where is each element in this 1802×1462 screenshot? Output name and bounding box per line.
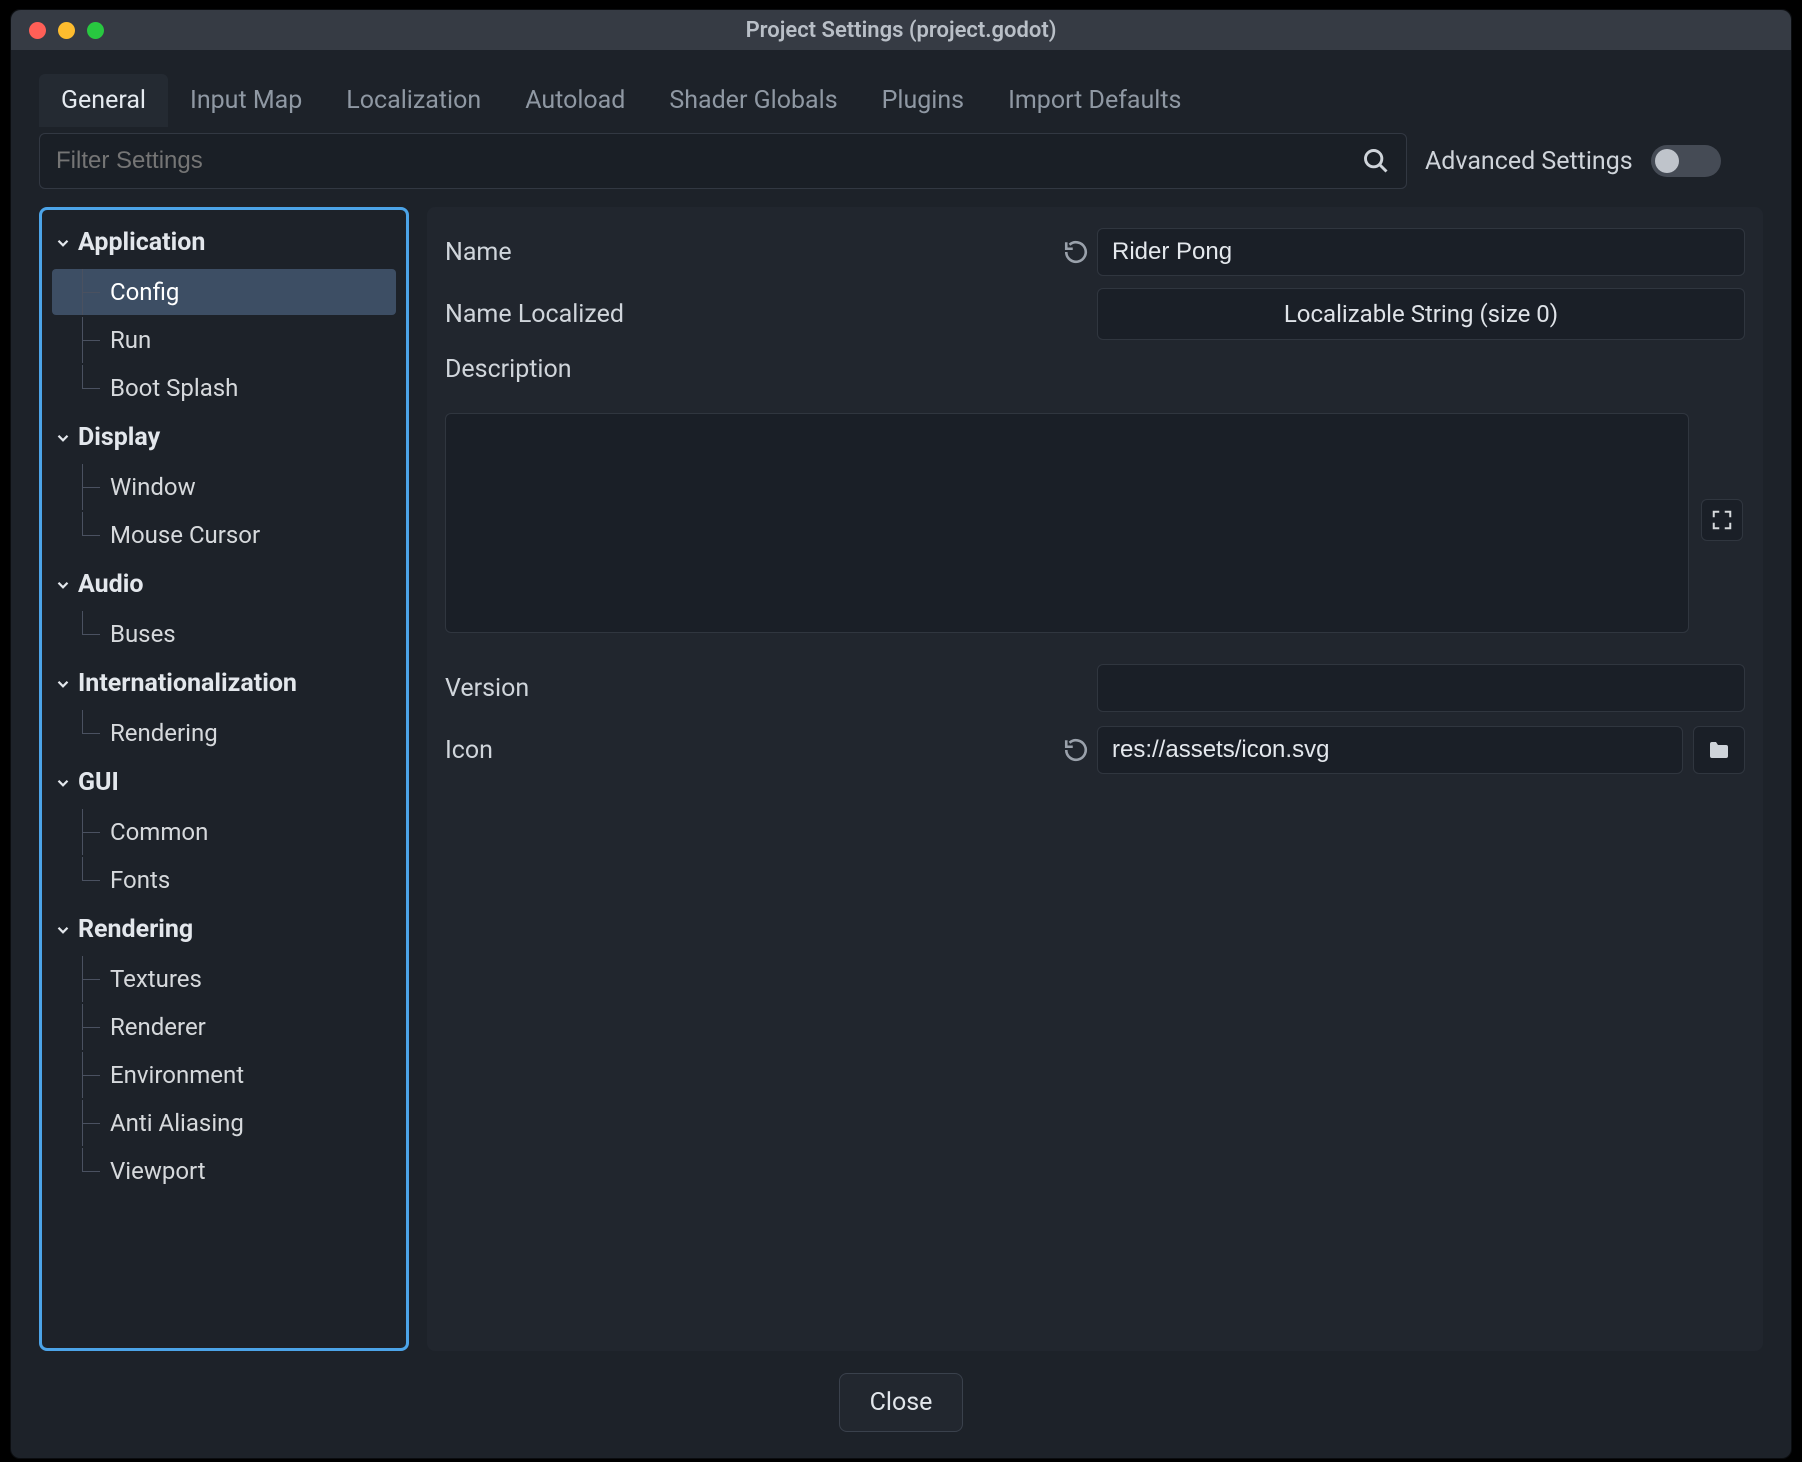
setting-name-row: Name — [445, 221, 1745, 283]
category-label: Rendering — [78, 915, 193, 944]
sidebar-item-mouse-cursor[interactable]: Mouse Cursor — [52, 512, 396, 558]
advanced-settings: Advanced Settings — [1425, 145, 1721, 177]
category-label: Application — [78, 228, 205, 257]
category-label: Display — [78, 423, 160, 452]
reset-icon[interactable] — [1055, 737, 1097, 763]
setting-description-label: Description — [445, 355, 1055, 384]
description-input[interactable] — [445, 413, 1689, 633]
sidebar-category-rendering[interactable]: Rendering — [46, 905, 402, 954]
settings-content: Name Name Localized Localizable String (… — [427, 207, 1763, 1351]
tab-localization[interactable]: Localization — [324, 74, 503, 127]
sidebar-item-config[interactable]: Config — [52, 269, 396, 315]
sidebar-item-rendering[interactable]: Rendering — [52, 710, 396, 756]
sidebar-item-label: Run — [110, 326, 151, 354]
tab-input-map[interactable]: Input Map — [168, 74, 324, 127]
browse-icon-button[interactable] — [1693, 726, 1745, 774]
sidebar-item-environment[interactable]: Environment — [52, 1052, 396, 1098]
sidebar-category-display[interactable]: Display — [46, 413, 402, 462]
setting-description-label-row: Description — [445, 345, 1745, 407]
minimize-window-button[interactable] — [58, 22, 75, 39]
reset-icon — [1063, 737, 1089, 763]
sidebar-item-renderer[interactable]: Renderer — [52, 1004, 396, 1050]
sidebar-item-common[interactable]: Common — [52, 809, 396, 855]
name-localized-button[interactable]: Localizable String (size 0) — [1097, 288, 1745, 340]
search-icon — [1362, 147, 1390, 175]
sidebar-category-internationalization[interactable]: Internationalization — [46, 659, 402, 708]
sidebar-scroll[interactable]: Application Config Run Boot Splash Display Wi… — [46, 218, 402, 1340]
sidebar-item-label: Renderer — [110, 1013, 206, 1041]
sidebar-item-label: Config — [110, 278, 179, 306]
close-window-button[interactable] — [29, 22, 46, 39]
setting-name-localized-row: Name Localized Localizable String (size … — [445, 283, 1745, 345]
setting-version-label: Version — [445, 674, 1055, 703]
expand-icon — [1711, 509, 1733, 531]
sidebar-item-buses[interactable]: Buses — [52, 611, 396, 657]
settings-sidebar: Application Config Run Boot Splash Display Wi… — [39, 207, 409, 1351]
close-button[interactable]: Close — [839, 1373, 964, 1432]
category-label: Internationalization — [78, 669, 297, 698]
icon-input[interactable] — [1097, 726, 1683, 774]
sidebar-category-audio[interactable]: Audio — [46, 560, 402, 609]
sidebar-item-label: Environment — [110, 1061, 244, 1089]
sidebar-item-viewport[interactable]: Viewport — [52, 1148, 396, 1194]
tab-general[interactable]: General — [39, 74, 168, 127]
tab-plugins[interactable]: Plugins — [860, 74, 986, 127]
window-title: Project Settings (project.godot) — [11, 18, 1791, 43]
expand-description-button[interactable] — [1701, 499, 1743, 541]
sidebar-item-label: Window — [110, 473, 196, 501]
sidebar-category-gui[interactable]: GUI — [46, 758, 402, 807]
sidebar-item-label: Buses — [110, 620, 176, 648]
sidebar-item-label: Rendering — [110, 719, 218, 747]
sidebar-item-label: Textures — [110, 965, 202, 993]
sidebar-item-label: Anti Aliasing — [110, 1109, 244, 1137]
advanced-settings-toggle[interactable] — [1651, 145, 1721, 177]
sidebar-item-label: Viewport — [110, 1157, 206, 1185]
filter-input[interactable] — [56, 147, 1362, 175]
folder-icon — [1707, 738, 1731, 762]
sidebar-item-window[interactable]: Window — [52, 464, 396, 510]
sidebar-item-textures[interactable]: Textures — [52, 956, 396, 1002]
sidebar-item-anti-aliasing[interactable]: Anti Aliasing — [52, 1100, 396, 1146]
setting-icon-row: Icon — [445, 719, 1745, 781]
advanced-settings-label: Advanced Settings — [1425, 147, 1633, 176]
sidebar-item-fonts[interactable]: Fonts — [52, 857, 396, 903]
titlebar: Project Settings (project.godot) — [11, 10, 1791, 50]
category-label: GUI — [78, 768, 119, 797]
tab-autoload[interactable]: Autoload — [503, 74, 647, 127]
setting-version-row: Version — [445, 657, 1745, 719]
sidebar-item-label: Boot Splash — [110, 374, 238, 402]
setting-name-localized-label: Name Localized — [445, 300, 1055, 329]
name-input[interactable] — [1097, 228, 1745, 276]
reset-icon — [1063, 239, 1089, 265]
tab-import-defaults[interactable]: Import Defaults — [986, 74, 1203, 127]
tab-shader-globals[interactable]: Shader Globals — [647, 74, 859, 127]
sidebar-item-label: Mouse Cursor — [110, 521, 260, 549]
sidebar-item-label: Common — [110, 818, 208, 846]
tabs: General Input Map Localization Autoload … — [39, 74, 1763, 127]
filter-row: Advanced Settings — [39, 133, 1763, 189]
maximize-window-button[interactable] — [87, 22, 104, 39]
main-area: Application Config Run Boot Splash Display Wi… — [39, 207, 1763, 1351]
window-body: General Input Map Localization Autoload … — [11, 50, 1791, 1458]
project-settings-window: Project Settings (project.godot) General… — [10, 9, 1792, 1459]
sidebar-item-label: Fonts — [110, 866, 170, 894]
filter-box — [39, 133, 1407, 189]
sidebar-item-boot-splash[interactable]: Boot Splash — [52, 365, 396, 411]
window-controls — [29, 22, 104, 39]
sidebar-category-application[interactable]: Application — [46, 218, 402, 267]
setting-icon-label: Icon — [445, 736, 1055, 765]
footer: Close — [39, 1351, 1763, 1438]
setting-name-label: Name — [445, 238, 1055, 267]
category-label: Audio — [78, 570, 143, 599]
sidebar-item-run[interactable]: Run — [52, 317, 396, 363]
version-input[interactable] — [1097, 664, 1745, 712]
setting-description-row — [445, 407, 1745, 633]
reset-name[interactable] — [1055, 239, 1097, 265]
